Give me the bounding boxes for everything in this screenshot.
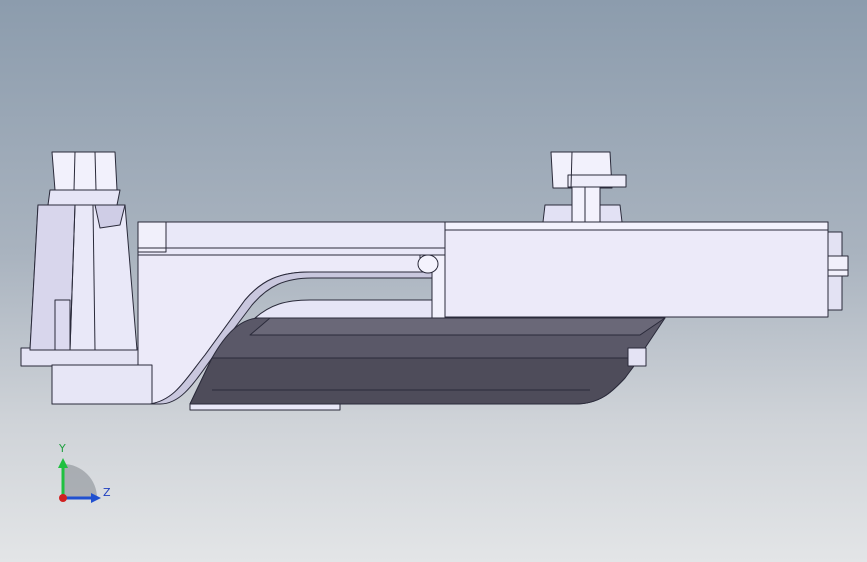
triad-arc: [63, 464, 97, 498]
cad-viewport[interactable]: Y Z: [0, 0, 867, 562]
axis-z-label: Z: [103, 486, 111, 499]
x-axis-dot: [59, 494, 67, 502]
axis-y-label: Y: [59, 442, 66, 455]
y-axis-arrowhead: [58, 458, 68, 468]
orientation-triad: [58, 458, 101, 503]
